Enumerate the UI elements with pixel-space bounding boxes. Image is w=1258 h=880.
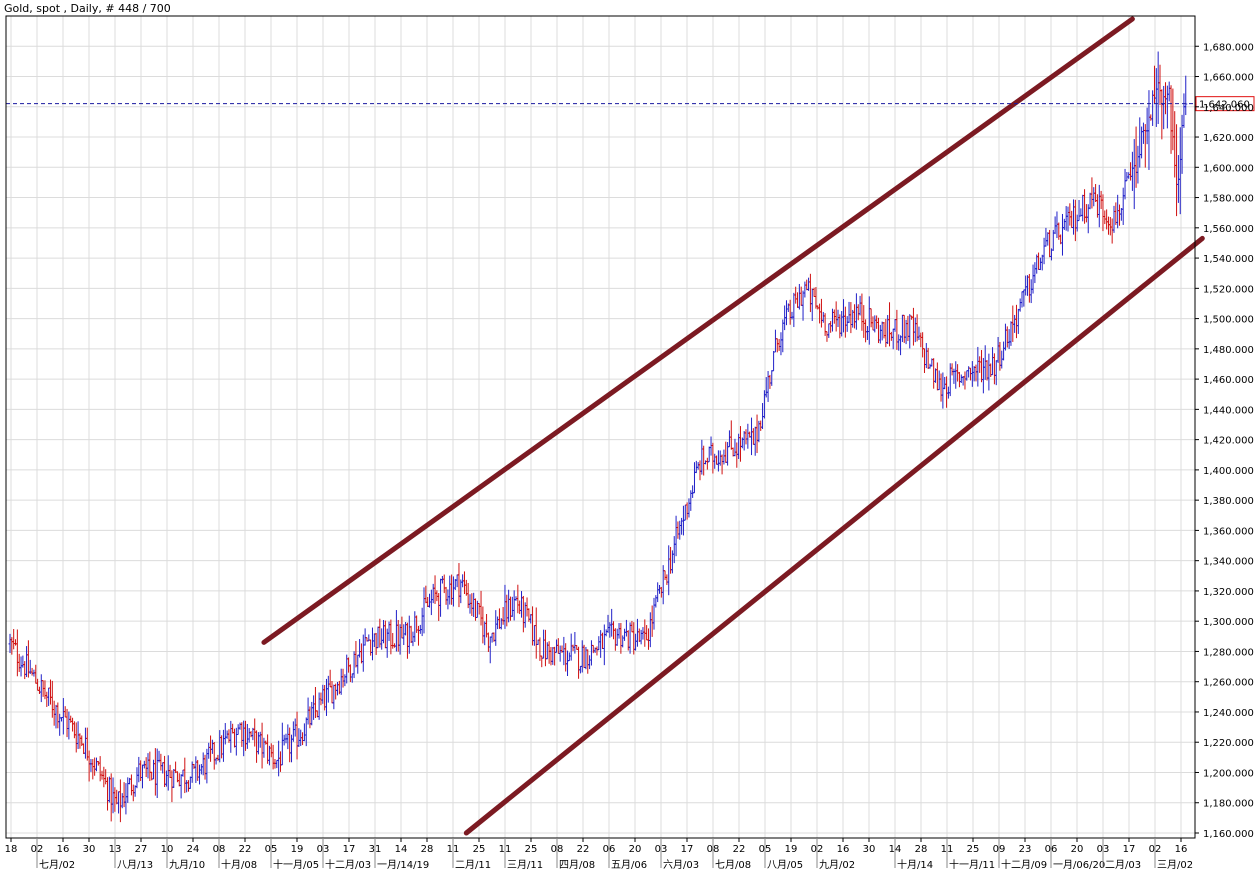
x-month-label: 七月/02 (39, 859, 75, 871)
x-tick-label: 19 (785, 844, 798, 855)
y-tick-label: 1,180.000 (1203, 799, 1254, 810)
x-tick-label: 16 (1175, 844, 1188, 855)
x-tick-label: 19 (291, 844, 304, 855)
y-tick-label: 1,640.000 (1203, 103, 1254, 114)
x-tick-label: 23 (1019, 844, 1032, 855)
x-tick-label: 17 (343, 844, 356, 855)
y-tick-label: 1,580.000 (1203, 194, 1254, 205)
x-tick-label: 20 (629, 844, 642, 855)
x-tick-label: 28 (915, 844, 928, 855)
y-tick-label: 1,680.000 (1203, 42, 1254, 53)
y-tick-label: 1,240.000 (1203, 708, 1254, 719)
x-month-label: 五月/06 (611, 859, 647, 871)
y-tick-label: 1,460.000 (1203, 375, 1254, 386)
x-month-label: 四月/08 (559, 859, 595, 871)
price-chart[interactable]: 1,642.060 1,680.0001,660.0001,640.0001,6… (0, 0, 1258, 880)
x-tick-label: 18 (5, 844, 18, 855)
x-month-label: 三月/11 (507, 859, 543, 871)
y-tick-label: 1,320.000 (1203, 587, 1254, 598)
x-tick-label: 25 (473, 844, 486, 855)
y-tick-label: 1,660.000 (1203, 73, 1254, 84)
y-tick-label: 1,560.000 (1203, 224, 1254, 235)
y-tick-label: 1,540.000 (1203, 254, 1254, 265)
x-month-label: 二月/03 (1105, 859, 1141, 871)
x-tick-label: 16 (837, 844, 850, 855)
x-tick-label: 22 (577, 844, 590, 855)
x-tick-label: 17 (1123, 844, 1136, 855)
x-month-label: 八月/13 (117, 859, 153, 871)
x-month-label: 六月/03 (663, 859, 699, 871)
x-month-label: 十一月/05 (273, 858, 319, 871)
y-tick-label: 1,300.000 (1203, 617, 1254, 628)
x-month-label: 九月/10 (169, 859, 205, 871)
x-tick-label: 20 (1071, 844, 1084, 855)
y-tick-label: 1,280.000 (1203, 647, 1254, 658)
y-tick-label: 1,360.000 (1203, 526, 1254, 537)
x-tick-label: 14 (395, 844, 408, 855)
y-tick-label: 1,220.000 (1203, 738, 1254, 749)
y-tick-label: 1,260.000 (1203, 678, 1254, 689)
x-month-label: 一月/06/20 (1053, 859, 1105, 871)
y-tick-label: 1,620.000 (1203, 133, 1254, 144)
x-tick-label: 16 (57, 844, 70, 855)
x-tick-label: 30 (863, 844, 876, 855)
y-tick-label: 1,380.000 (1203, 496, 1254, 507)
x-tick-label: 25 (525, 844, 538, 855)
x-month-label: 十一月/11 (949, 858, 995, 871)
x-month-label: 十二月/03 (325, 858, 371, 871)
x-tick-label: 28 (421, 844, 434, 855)
y-tick-label: 1,440.000 (1203, 405, 1254, 416)
x-tick-label: 22 (733, 844, 746, 855)
x-tick-label: 24 (187, 844, 200, 855)
y-tick-label: 1,480.000 (1203, 345, 1254, 356)
x-tick-label: 27 (135, 844, 148, 855)
y-tick-label: 1,400.000 (1203, 466, 1254, 477)
x-month-label: 九月/02 (819, 859, 855, 871)
x-month-label: 八月/05 (767, 859, 803, 871)
y-tick-label: 1,420.000 (1203, 436, 1254, 447)
y-tick-label: 1,500.000 (1203, 315, 1254, 326)
x-month-label: 二月/11 (455, 859, 491, 871)
x-month-label: 十二月/09 (1001, 858, 1047, 871)
x-month-label: 一月/14/19 (377, 859, 429, 871)
x-tick-label: 17 (681, 844, 694, 855)
y-tick-label: 1,520.000 (1203, 284, 1254, 295)
x-tick-label: 30 (83, 844, 96, 855)
x-tick-label: 22 (239, 844, 252, 855)
x-month-label: 十月/14 (897, 858, 933, 871)
x-month-label: 三月/02 (1157, 859, 1193, 871)
x-month-label: 十月/08 (221, 858, 257, 871)
y-tick-label: 1,600.000 (1203, 163, 1254, 174)
y-tick-label: 1,200.000 (1203, 768, 1254, 779)
chart-title: Gold, spot , Daily, # 448 / 700 (4, 2, 171, 15)
y-tick-label: 1,160.000 (1203, 829, 1254, 840)
y-tick-label: 1,340.000 (1203, 557, 1254, 568)
x-tick-label: 25 (967, 844, 980, 855)
x-month-label: 七月/08 (715, 859, 751, 871)
